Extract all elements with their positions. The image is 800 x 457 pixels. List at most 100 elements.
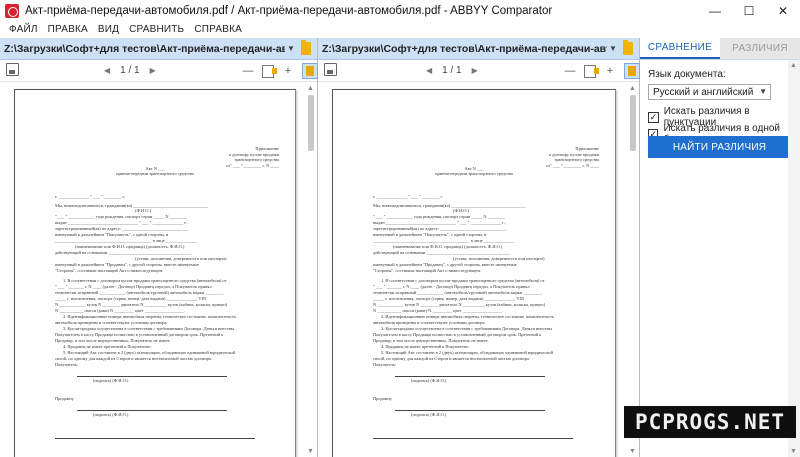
menu-bar: ФАЙЛ ПРАВКА ВИД СРАВНИТЬ СПРАВКА bbox=[0, 21, 800, 38]
right-next-page-icon[interactable]: ▶ bbox=[472, 66, 478, 75]
doc-body-line: N ____________ кузов N ________ двигател… bbox=[373, 302, 546, 307]
menu-compare[interactable]: СРАВНИТЬ bbox=[124, 24, 189, 35]
doc-signature-line bbox=[77, 376, 227, 377]
right-scroll-up-icon[interactable]: ▲ bbox=[629, 85, 636, 92]
right-save-icon[interactable] bbox=[324, 63, 337, 76]
left-sync-scroll-icon[interactable] bbox=[302, 63, 318, 79]
left-pager: ◀ 1 / 1 ▶ bbox=[104, 65, 156, 76]
doc-title-line: приема-передачи транспортного средства bbox=[116, 171, 194, 177]
right-path-dropdown-icon[interactable]: ▼ bbox=[607, 44, 619, 53]
doc-body-line: N ____________ кузов N ________ двигател… bbox=[55, 302, 228, 307]
doc-body-line: 3. Купля-продажа осуществлена в соответс… bbox=[381, 326, 552, 331]
menu-file[interactable]: ФАЙЛ bbox=[4, 24, 43, 35]
doc-body-line: действующий на основании _______________… bbox=[373, 250, 510, 255]
menu-view[interactable]: ВИД bbox=[93, 24, 124, 35]
right-path-bar: Z:\Загрузки\Софт+для тестов\Акт-приёма-п… bbox=[318, 38, 639, 60]
panel-scrollbar[interactable]: ▲ ▼ bbox=[788, 60, 800, 457]
doc-body-line: автомобиля проверены и соответствуют усл… bbox=[55, 320, 168, 325]
doc-body-line: 1. В соответствии с договором купли-прод… bbox=[63, 278, 227, 283]
doc-body-line: технически исправный ____________ (автом… bbox=[373, 290, 542, 295]
doc-body-line: (Ф.И.О.) bbox=[135, 208, 152, 213]
doc-title: Акт N ___ приема-передачи транспортного с… bbox=[15, 166, 295, 177]
right-zoom-in-icon[interactable]: + bbox=[602, 63, 618, 79]
left-document-view[interactable]: Приложение к договору купли-продажи трансп… bbox=[0, 83, 317, 457]
doc-header-line: транспортного средства bbox=[554, 157, 599, 163]
doc-body-line: (устава, положения, доверенности или пас… bbox=[135, 256, 227, 261]
doc-body-line: _____ г. изготовления, паспорт (серия, н… bbox=[55, 296, 207, 301]
doc-body-line: N ___________ шасси (рама) N _________ ц… bbox=[55, 308, 186, 313]
doc-signature-caption: (подпись) (Ф.И.О.) bbox=[411, 378, 447, 383]
doc-body-line: (Ф.И.О.) bbox=[453, 208, 470, 213]
doc-title: Акт N ___ приема-передачи транспортного с… bbox=[333, 166, 615, 177]
right-page-toolbar: ◀ 1 / 1 ▶ — + bbox=[318, 60, 640, 82]
panel-scroll-up-icon[interactable]: ▲ bbox=[790, 62, 797, 69]
doc-body-line: Покупателем в кассу Продавца полностью в… bbox=[55, 332, 224, 337]
tab-differences[interactable]: РАЗЛИЧИЯ bbox=[720, 38, 800, 59]
doc-body-line: ________________________________________… bbox=[55, 238, 197, 243]
maximize-button[interactable]: ☐ bbox=[732, 0, 766, 21]
left-zoom-out-icon[interactable]: — bbox=[240, 63, 256, 79]
right-vertical-scrollbar[interactable]: ▲ ▼ bbox=[627, 83, 639, 457]
chevron-down-icon: ▼ bbox=[759, 87, 767, 96]
right-page-indicator: 1 / 1 bbox=[442, 65, 462, 76]
doc-body-line: 2. Идентификационные номера автомобиля с… bbox=[381, 314, 554, 319]
left-scroll-thumb[interactable] bbox=[308, 95, 314, 151]
doc-buyer-label: Покупатель: bbox=[55, 362, 79, 367]
right-document-view[interactable]: Приложение к договору купли-продажи трансп… bbox=[318, 83, 639, 457]
doc-body-line: " ___ " ____________ года рождения, пасп… bbox=[55, 214, 188, 219]
doc-body-line: именуемый в дальнейшем "Покупатель", с о… bbox=[373, 232, 487, 237]
left-fit-width-icon[interactable] bbox=[262, 64, 277, 78]
doc-body-line: Покупателем в кассу Продавца полностью в… bbox=[373, 332, 542, 337]
doc-body-line: именуемый в дальнейшем "Продавец", с дру… bbox=[373, 262, 517, 267]
right-zoom-out-icon[interactable]: — bbox=[562, 63, 578, 79]
punctuation-checkbox[interactable]: ✓ bbox=[648, 111, 659, 123]
left-scroll-up-icon[interactable]: ▲ bbox=[307, 85, 314, 92]
left-document-page: Приложение к договору купли-продажи трансп… bbox=[14, 89, 296, 457]
doc-body-line: " ___ " _______ г. N ____ (далее - Догов… bbox=[373, 284, 530, 289]
right-file-path[interactable]: Z:\Загрузки\Софт+для тестов\Акт-приёма-п… bbox=[318, 43, 607, 55]
watermark-text: PCPROGS.NET bbox=[634, 410, 786, 434]
left-page-indicator: 1 / 1 bbox=[120, 65, 140, 76]
language-label: Язык документа: bbox=[648, 69, 726, 80]
right-pager: ◀ 1 / 1 ▶ bbox=[426, 65, 478, 76]
right-scroll-down-icon[interactable]: ▼ bbox=[629, 448, 636, 455]
left-open-folder-icon[interactable] bbox=[301, 40, 311, 55]
left-zoom-in-icon[interactable]: + bbox=[280, 63, 296, 79]
left-file-path[interactable]: Z:\Загрузки\Софт+для тестов\Акт-приёма-п… bbox=[0, 43, 285, 55]
minimize-button[interactable]: — bbox=[698, 0, 732, 21]
close-button[interactable]: ✕ bbox=[766, 0, 800, 21]
find-differences-button[interactable]: НАЙТИ РАЗЛИЧИЯ bbox=[648, 136, 791, 158]
doc-signature-line bbox=[77, 410, 227, 411]
left-vertical-scrollbar[interactable]: ▲ ▼ bbox=[305, 83, 317, 457]
language-select[interactable]: Русский и английский ▼ bbox=[648, 84, 771, 100]
tab-compare[interactable]: СРАВНЕНИЕ bbox=[640, 38, 720, 59]
left-scroll-down-icon[interactable]: ▼ bbox=[307, 448, 314, 455]
menu-edit[interactable]: ПРАВКА bbox=[43, 24, 93, 35]
right-sync-scroll-icon[interactable] bbox=[624, 63, 640, 79]
doc-bottom-rule bbox=[373, 438, 573, 439]
left-path-dropdown-icon[interactable]: ▼ bbox=[285, 44, 297, 53]
doc-signature-caption: (подпись) (Ф.И.О.) bbox=[93, 378, 129, 383]
right-prev-page-icon[interactable]: ◀ bbox=[426, 66, 432, 75]
doc-body-line: именуемый в дальнейшем "Покупатель", с о… bbox=[55, 232, 169, 237]
right-fit-width-icon[interactable] bbox=[584, 64, 599, 78]
doc-body-line: 4. Продавец не имеет претензий к Покупат… bbox=[381, 344, 470, 349]
doc-body-line: N ___________ шасси (рама) N _________ ц… bbox=[373, 308, 504, 313]
doc-body-line: выдан ________________________________ "… bbox=[373, 220, 506, 225]
doc-body-line: г. ______________ " ___ " ________ г. bbox=[55, 194, 125, 199]
panel-scroll-down-icon[interactable]: ▼ bbox=[790, 448, 797, 455]
doc-signature-caption: (подпись) (Ф.И.О.) bbox=[411, 412, 447, 417]
right-document-page: Приложение к договору купли-продажи трансп… bbox=[332, 89, 616, 457]
menu-help[interactable]: СПРАВКА bbox=[189, 24, 247, 35]
doc-title-line: приема-передачи транспортного средства bbox=[435, 171, 513, 177]
language-select-value: Русский и английский bbox=[653, 86, 754, 98]
left-document-pane: Z:\Загрузки\Софт+для тестов\Акт-приёма-п… bbox=[0, 38, 318, 457]
doc-body-line: зарегистрированный(ая) по адресу: ______… bbox=[55, 226, 189, 231]
left-prev-page-icon[interactable]: ◀ bbox=[104, 66, 110, 75]
right-open-folder-icon[interactable] bbox=[623, 40, 633, 55]
left-next-page-icon[interactable]: ▶ bbox=[150, 66, 156, 75]
app-logo-icon bbox=[5, 3, 19, 18]
doc-body-line: зарегистрированный(ая) по адресу: ______… bbox=[373, 226, 507, 231]
left-save-icon[interactable] bbox=[6, 63, 19, 76]
right-scroll-thumb[interactable] bbox=[630, 95, 636, 151]
